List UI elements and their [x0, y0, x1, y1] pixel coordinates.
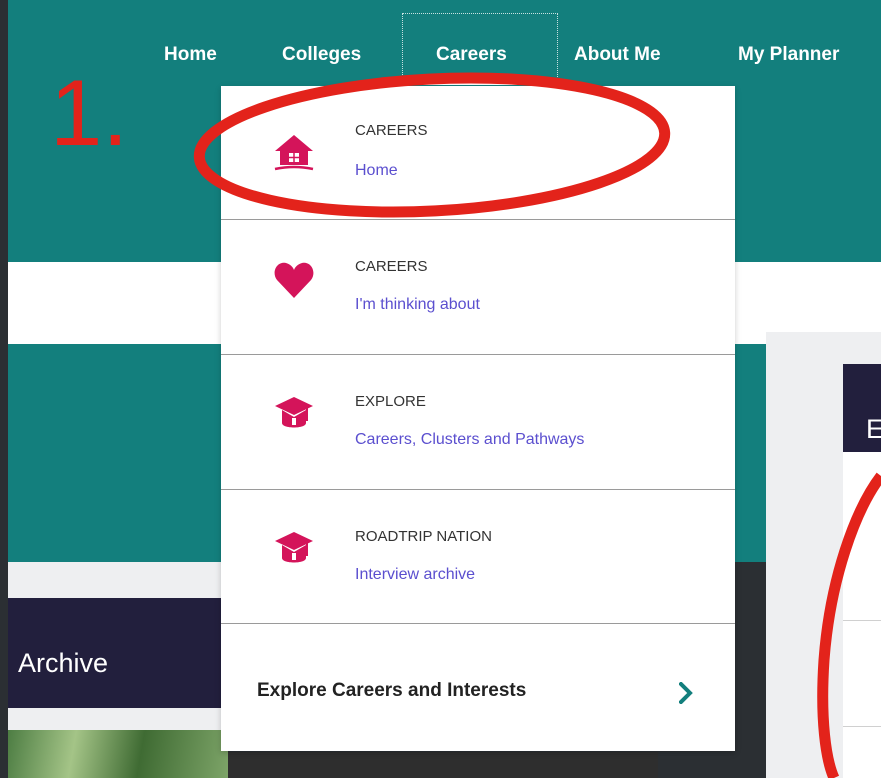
highlight-circle-partial	[817, 472, 881, 778]
highlight-annotations	[193, 72, 881, 778]
highlight-circle-careers-home	[193, 72, 671, 218]
